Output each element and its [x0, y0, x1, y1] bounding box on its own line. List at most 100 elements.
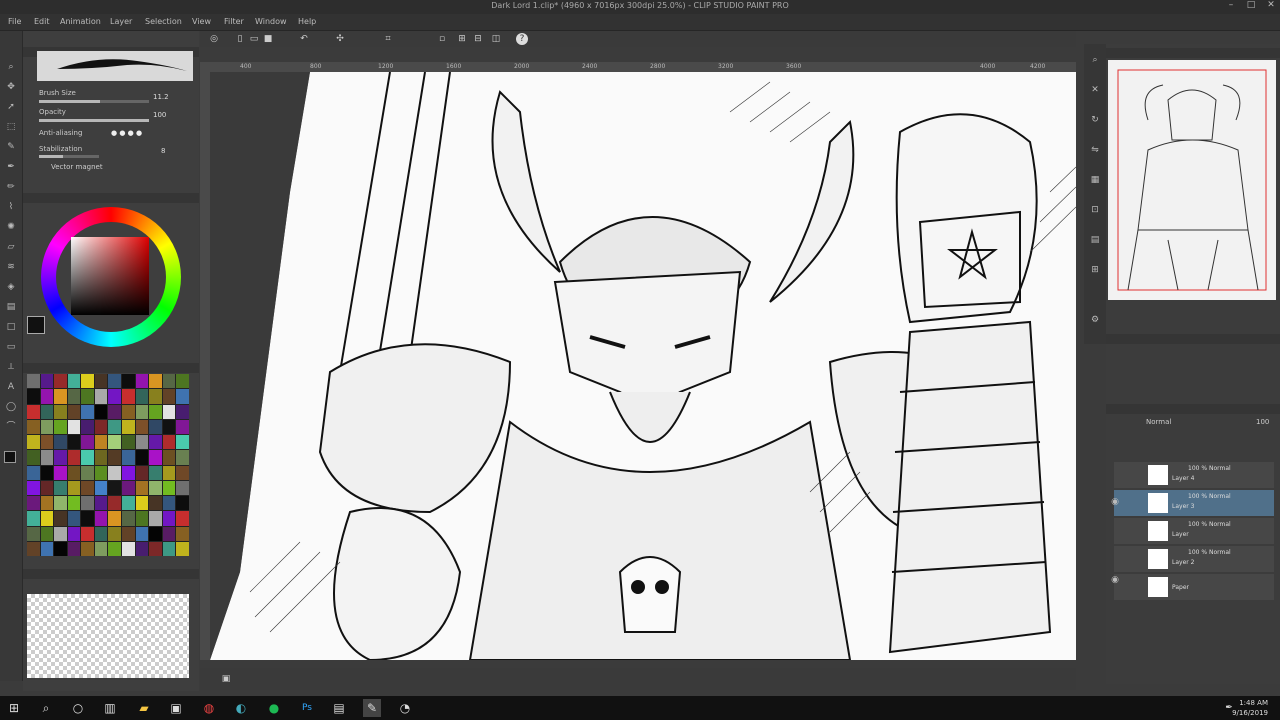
palette-swatch[interactable]: [135, 465, 149, 480]
palette-swatch[interactable]: [40, 465, 54, 480]
snap-grid-icon[interactable]: ⊟: [472, 33, 484, 45]
menu-animation[interactable]: Animation: [60, 17, 101, 26]
palette-swatch[interactable]: [122, 435, 135, 450]
palette-swatch[interactable]: [27, 480, 40, 495]
palette-swatch[interactable]: [149, 496, 162, 511]
flip-icon[interactable]: ⇋: [1088, 144, 1102, 156]
opacity-value[interactable]: 100: [153, 111, 166, 119]
palette-swatch[interactable]: [108, 496, 122, 511]
palette-swatch[interactable]: [27, 465, 40, 480]
palette-swatch[interactable]: [176, 450, 189, 465]
palette-swatch[interactable]: [108, 511, 122, 526]
palette-swatch[interactable]: [122, 419, 135, 434]
eyedropper-tool-icon[interactable]: ✎: [4, 141, 18, 153]
palette-swatch[interactable]: [54, 435, 67, 450]
anti-aliasing-options-icon[interactable]: ● ● ● ●: [111, 129, 142, 137]
fit-icon[interactable]: ⊡: [1088, 204, 1102, 216]
pen-tool-icon[interactable]: ✒: [4, 161, 18, 173]
palette-swatch[interactable]: [67, 404, 81, 419]
clear-icon[interactable]: ✣: [334, 33, 346, 45]
palette-swatch[interactable]: [67, 374, 81, 389]
palette-swatch[interactable]: [81, 404, 94, 419]
palette-swatch[interactable]: [54, 480, 67, 495]
text-tool-icon[interactable]: A: [4, 381, 18, 393]
settings-icon[interactable]: ⚙: [1088, 314, 1102, 326]
palette-swatch[interactable]: [135, 419, 149, 434]
palette-swatch[interactable]: [135, 496, 149, 511]
palette-swatch[interactable]: [94, 541, 108, 556]
palette-swatch[interactable]: [135, 389, 149, 404]
palette-swatch[interactable]: [40, 435, 54, 450]
palette-swatch[interactable]: [94, 389, 108, 404]
palette-swatch[interactable]: [81, 374, 94, 389]
palette-swatch[interactable]: [67, 526, 81, 541]
brush-size-value[interactable]: 11.2: [153, 93, 169, 101]
eye-visibility-icon[interactable]: ◉: [1108, 574, 1122, 586]
palette-swatch[interactable]: [108, 541, 122, 556]
palette-swatch[interactable]: [135, 450, 149, 465]
frame-tool-icon[interactable]: ▭: [4, 341, 18, 353]
palette-swatch[interactable]: [94, 465, 108, 480]
foreground-color-swatch[interactable]: [27, 316, 45, 334]
layer-row-selected[interactable]: 100 % Normal Layer 3: [1114, 490, 1274, 516]
navigator-icon[interactable]: ⌕: [1088, 54, 1102, 66]
palette-swatch[interactable]: [108, 465, 122, 480]
palette-swatch[interactable]: [149, 389, 162, 404]
palette-swatch[interactable]: [122, 526, 135, 541]
palette-swatch[interactable]: [27, 526, 40, 541]
save-icon[interactable]: ■: [262, 33, 274, 45]
palette-swatch[interactable]: [67, 511, 81, 526]
palette-swatch[interactable]: [27, 435, 40, 450]
palette-swatch[interactable]: [176, 419, 189, 434]
palette-swatch[interactable]: [67, 419, 81, 434]
palette-swatch[interactable]: [135, 526, 149, 541]
brush-size-slider[interactable]: [39, 100, 149, 103]
palette-swatch[interactable]: [54, 496, 67, 511]
task-view-icon[interactable]: ▥: [101, 699, 119, 717]
zoom-tool-icon[interactable]: ⌕: [4, 61, 18, 73]
palette-swatch[interactable]: [122, 374, 135, 389]
pencil-tool-icon[interactable]: ✏: [4, 181, 18, 193]
palette-swatch[interactable]: [67, 480, 81, 495]
canvas-area[interactable]: [210, 72, 1076, 660]
menu-file[interactable]: File: [8, 17, 21, 26]
snap-perspective-icon[interactable]: ◫: [490, 33, 502, 45]
palette-swatch[interactable]: [54, 541, 67, 556]
palette-swatch[interactable]: [162, 450, 176, 465]
maximize-button[interactable]: □: [1242, 0, 1260, 10]
grid-view-icon[interactable]: ▦: [1088, 174, 1102, 186]
correct-line-tool-icon[interactable]: ⌒: [4, 421, 18, 433]
palette-swatch[interactable]: [40, 496, 54, 511]
palette-swatch[interactable]: [135, 511, 149, 526]
palette-swatch[interactable]: [27, 541, 40, 556]
move-tool-icon[interactable]: ✥: [4, 81, 18, 93]
palette-swatch[interactable]: [176, 404, 189, 419]
palette-swatch[interactable]: [54, 526, 67, 541]
palette-swatch[interactable]: [108, 526, 122, 541]
palette-swatch[interactable]: [94, 404, 108, 419]
system-clock[interactable]: 1:48 AM 9/16/2019: [1232, 698, 1268, 718]
photoshop-icon[interactable]: Ps: [298, 699, 316, 717]
palette-swatch[interactable]: [27, 389, 40, 404]
layer-property-icon[interactable]: ▤: [1088, 234, 1102, 246]
menu-layer[interactable]: Layer: [110, 17, 132, 26]
palette-swatch[interactable]: [149, 526, 162, 541]
help-icon[interactable]: ?: [516, 33, 528, 45]
palette-swatch[interactable]: [176, 496, 189, 511]
palette-swatch[interactable]: [122, 404, 135, 419]
clip-studio-taskbar-icon[interactable]: ✎: [363, 699, 381, 717]
palette-swatch[interactable]: [162, 389, 176, 404]
palette-swatch[interactable]: [162, 496, 176, 511]
balloon-tool-icon[interactable]: ◯: [4, 401, 18, 413]
palette-swatch[interactable]: [108, 480, 122, 495]
palette-swatch[interactable]: [122, 511, 135, 526]
palette-swatch[interactable]: [94, 526, 108, 541]
palette-swatch[interactable]: [40, 541, 54, 556]
palette-swatch[interactable]: [122, 541, 135, 556]
palette-swatch[interactable]: [149, 465, 162, 480]
stabilization-value[interactable]: 8: [161, 147, 165, 155]
gradient-tool-icon[interactable]: ▤: [4, 301, 18, 313]
menu-edit[interactable]: Edit: [34, 17, 50, 26]
palette-swatch[interactable]: [122, 450, 135, 465]
close-button[interactable]: ✕: [1262, 0, 1280, 10]
